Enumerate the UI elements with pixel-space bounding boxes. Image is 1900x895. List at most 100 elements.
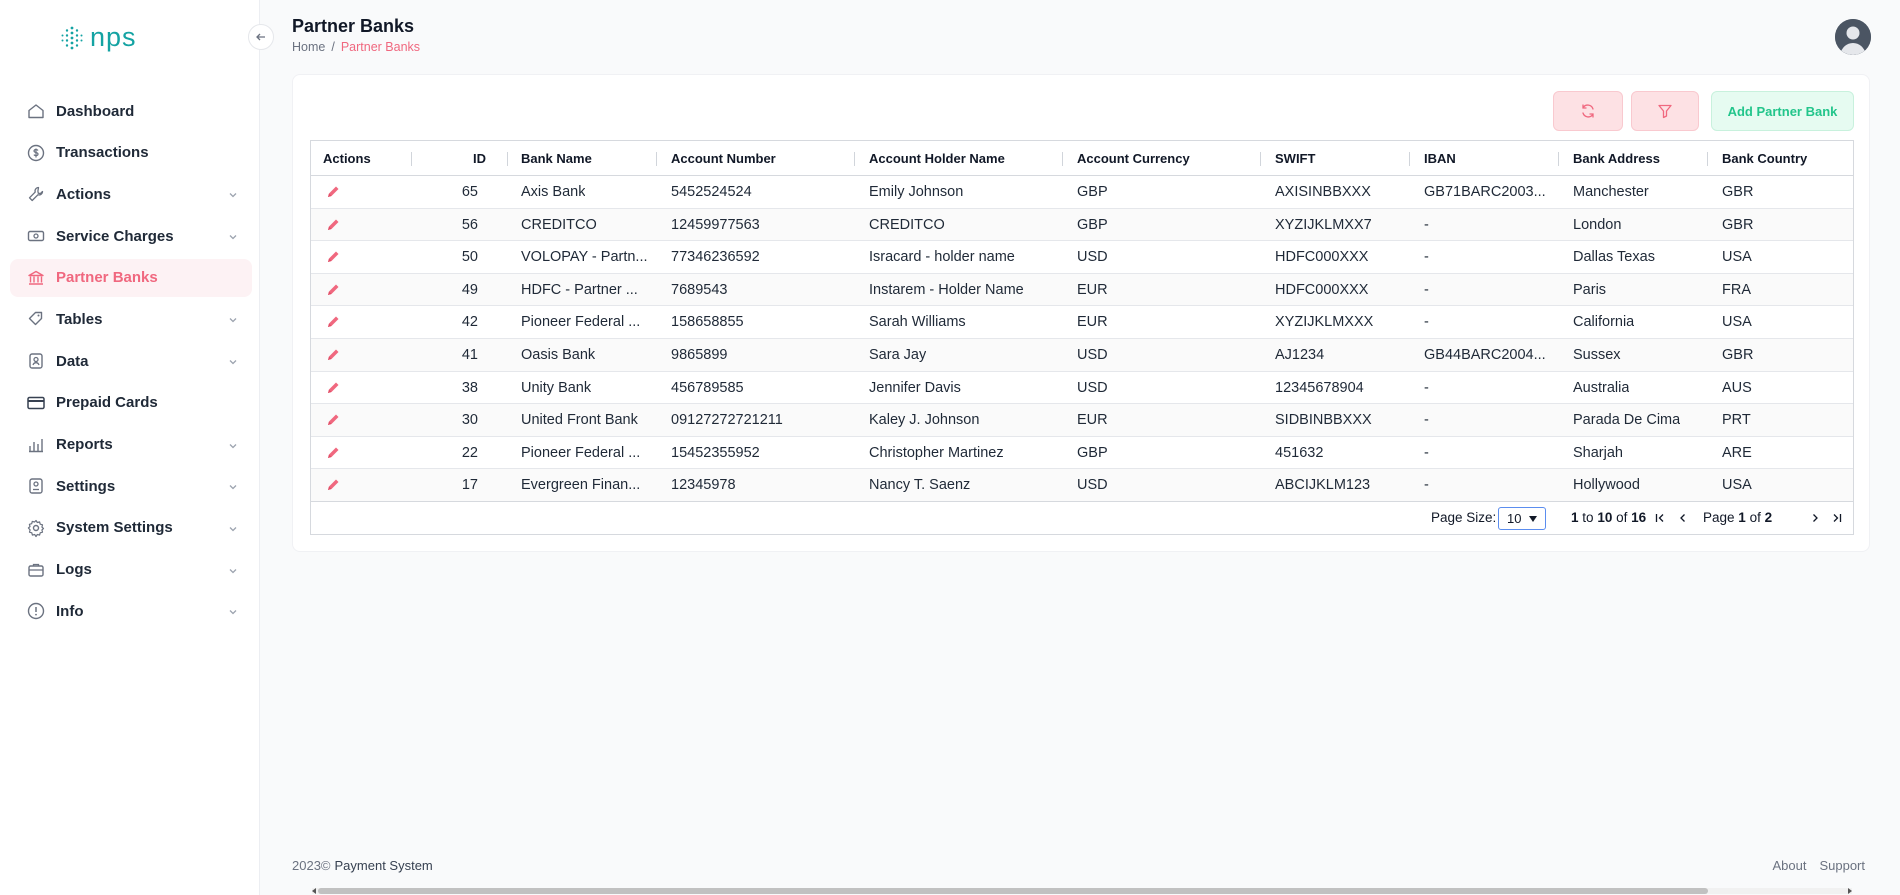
column-resize-handle[interactable] — [1062, 152, 1063, 166]
cell-account-currency: EUR — [1077, 412, 1108, 429]
edit-icon[interactable] — [325, 477, 341, 493]
filter-button[interactable] — [1631, 91, 1699, 131]
column-header-account-currency[interactable]: Account Currency — [1077, 141, 1190, 176]
footer-link-support[interactable]: Support — [1819, 858, 1865, 873]
column-header-actions[interactable]: Actions — [323, 141, 371, 176]
table-row[interactable]: 56 CREDITCO 12459977563 CREDITCO GBP XYZIJKLM… — [311, 208, 1853, 242]
edit-icon[interactable] — [325, 184, 341, 200]
table-row[interactable]: 65 Axis Bank 5452524524 Emily Johnson GBP AXI… — [311, 176, 1853, 209]
table-row[interactable]: 41 Oasis Bank 9865899 Sara Jay USD AJ1234 GB44… — [311, 338, 1853, 372]
column-header-bank-address[interactable]: Bank Address — [1573, 141, 1660, 176]
edit-icon[interactable] — [325, 347, 341, 363]
cell-account-number: 5452524524 — [671, 184, 752, 200]
sidebar-item-prepaid-cards[interactable]: Prepaid Cards — [10, 384, 252, 422]
tag-icon — [26, 309, 46, 329]
footer-year: 2023© — [292, 858, 331, 873]
footer-app-name: Payment System — [334, 858, 433, 873]
table-row[interactable]: 42 Pioneer Federal ... 158658855 Sarah Will… — [311, 306, 1853, 339]
table-row[interactable]: 17 Evergreen Finan... 12345978 Nancy T. Sae… — [311, 469, 1853, 502]
cell-account-holder-name: Christopher Martinez — [869, 444, 1004, 461]
column-header-bank-name[interactable]: Bank Name — [521, 141, 592, 176]
sidebar-item-transactions[interactable]: Transactions — [10, 134, 252, 172]
page-size-select[interactable]: 10 — [1498, 507, 1546, 530]
cell-iban: GB71BARC2003... — [1424, 184, 1546, 200]
column-header-id[interactable]: ID — [426, 141, 486, 176]
cell-id: 56 — [461, 216, 478, 233]
cell-bank-country: USA — [1722, 477, 1752, 494]
sidebar-item-partner-banks[interactable]: Partner Banks — [10, 258, 252, 297]
column-resize-handle[interactable] — [411, 152, 412, 166]
chevron-down-icon — [228, 312, 238, 330]
user-settings-icon — [26, 476, 46, 496]
sidebar-item-logs[interactable]: Logs — [10, 551, 252, 589]
cell-id: 49 — [461, 281, 478, 298]
column-resize-handle[interactable] — [507, 152, 508, 166]
sidebar-item-actions[interactable]: Actions — [10, 175, 252, 213]
edit-icon[interactable] — [325, 412, 341, 428]
footer-link-about[interactable]: About — [1772, 858, 1806, 873]
column-resize-handle[interactable] — [656, 152, 657, 166]
breadcrumb-home[interactable]: Home — [292, 40, 325, 54]
edit-icon[interactable] — [325, 217, 341, 233]
cell-iban: - — [1424, 477, 1429, 494]
sidebar-item-tables[interactable]: Tables — [10, 300, 252, 338]
logo[interactable]: NPS — [60, 22, 137, 53]
cell-bank-name: Evergreen Finan... — [521, 477, 641, 494]
table-row[interactable]: 49 HDFC - Partner ... 7689543 Instarem - Ho… — [311, 273, 1853, 307]
sidebar-item-reports[interactable]: Reports — [10, 426, 252, 464]
column-resize-handle[interactable] — [854, 152, 855, 166]
edit-icon[interactable] — [325, 380, 341, 396]
column-header-account-number[interactable]: Account Number — [671, 141, 776, 176]
column-header-swift[interactable]: SWIFT — [1275, 141, 1315, 176]
cell-account-number: 158658855 — [671, 314, 744, 331]
sidebar-item-system-settings[interactable]: System Settings — [10, 509, 252, 547]
cell-bank-country: GBR — [1722, 184, 1754, 200]
cell-id: 42 — [461, 314, 478, 331]
previous-page-button[interactable] — [1674, 508, 1692, 528]
table-row[interactable]: 50 VOLOPAY - Partn... 77346236592 Isracard … — [311, 241, 1853, 274]
last-page-button[interactable] — [1828, 508, 1846, 528]
breadcrumb: Home / Partner Banks — [292, 40, 420, 54]
cell-bank-address: Paris — [1573, 281, 1607, 298]
refresh-button[interactable] — [1553, 91, 1623, 131]
column-resize-handle[interactable] — [1558, 152, 1559, 166]
add-partner-bank-button[interactable]: Add Partner Bank — [1711, 91, 1854, 131]
cell-bank-country: FRA — [1722, 281, 1751, 298]
first-page-button[interactable] — [1651, 508, 1669, 528]
cell-swift: AXISINBBXXX — [1275, 184, 1371, 200]
chevron-down-icon — [228, 479, 238, 497]
column-resize-handle[interactable] — [1707, 152, 1708, 166]
next-page-button[interactable] — [1806, 508, 1824, 528]
column-header-bank-country[interactable]: Bank Country — [1722, 141, 1807, 176]
avatar[interactable] — [1835, 19, 1871, 55]
edit-icon[interactable] — [325, 314, 341, 330]
horizontal-scrollbar[interactable] — [312, 888, 1852, 894]
page-title: Partner Banks — [292, 16, 415, 36]
scroll-left-icon[interactable] — [312, 888, 316, 894]
table-row[interactable]: 38 Unity Bank 456789585 Jennifer Davis USD 12… — [311, 372, 1853, 405]
collapse-sidebar-button[interactable] — [248, 24, 274, 50]
column-resize-handle[interactable] — [1260, 152, 1261, 166]
cell-bank-address: Manchester — [1573, 184, 1649, 200]
column-header-iban[interactable]: IBAN — [1424, 141, 1456, 176]
cell-account-number: 09127272721211 — [671, 412, 783, 429]
table-row[interactable]: 22 Pioneer Federal ... 15452355952 Christop… — [311, 437, 1853, 470]
edit-icon[interactable] — [325, 445, 341, 461]
scroll-right-icon[interactable] — [1848, 888, 1852, 894]
sidebar-item-dashboard[interactable]: Dashboard — [10, 92, 252, 130]
edit-icon[interactable] — [325, 282, 341, 298]
cell-bank-country: USA — [1722, 249, 1752, 266]
cell-account-currency: GBP — [1077, 444, 1108, 461]
edit-icon[interactable] — [325, 249, 341, 265]
cell-account-holder-name: Nancy T. Saenz — [869, 477, 971, 494]
sidebar-item-service-charges[interactable]: Service Charges — [10, 217, 252, 255]
table-row[interactable]: 30 United Front Bank 09127272721211 Kaley J… — [311, 404, 1853, 437]
sidebar-item-settings[interactable]: Settings — [10, 467, 252, 505]
column-resize-handle[interactable] — [1409, 152, 1410, 166]
column-header-account-holder-name[interactable]: Account Holder Name — [869, 141, 1005, 176]
chevron-down-icon — [228, 229, 238, 247]
current-page: 1 — [1738, 510, 1746, 525]
sidebar-item-data[interactable]: Data — [10, 342, 252, 380]
sidebar-item-info[interactable]: Info — [10, 592, 252, 630]
scrollbar-thumb[interactable] — [318, 888, 1708, 894]
